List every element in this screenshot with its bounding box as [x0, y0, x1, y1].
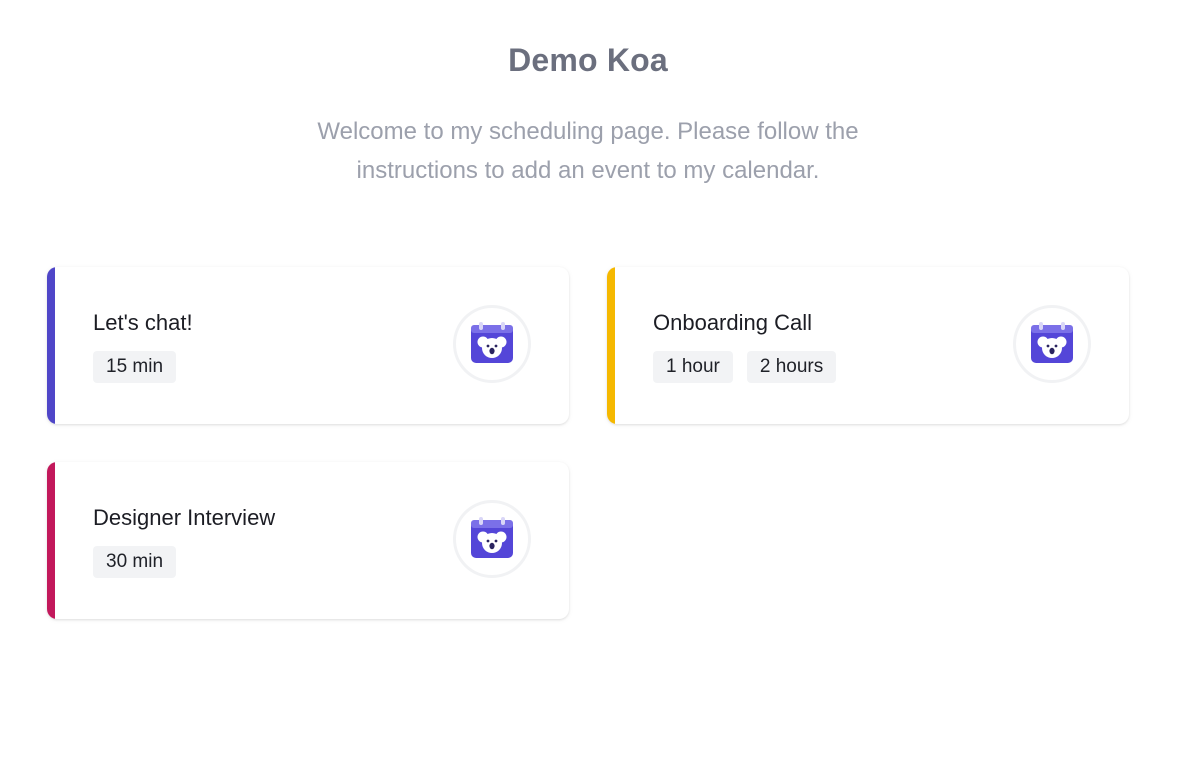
card-accent-bar — [47, 267, 55, 424]
duration-chip: 15 min — [93, 351, 177, 383]
event-title: Designer Interview — [93, 505, 276, 530]
page-subtitle: Welcome to my scheduling page. Please fo… — [317, 118, 859, 184]
duration-list: 15 min — [93, 351, 177, 383]
duration-chip: 30 min — [93, 546, 177, 578]
koala-calendar-icon — [453, 500, 531, 578]
duration-list: 1 hour 2 hours — [653, 351, 837, 383]
card-accent-bar — [47, 462, 55, 619]
duration-chip: 2 hours — [746, 351, 837, 383]
koala-calendar-icon — [453, 305, 531, 383]
page-title: Demo Koa — [508, 42, 668, 78]
card-accent-bar — [607, 267, 615, 424]
scheduling-page: Demo Koa Welcome to my scheduling page. … — [0, 0, 1200, 772]
event-card-onboarding-call[interactable]: Onboarding Call 1 hour 2 hours — [607, 267, 1129, 424]
duration-chip: 1 hour — [653, 351, 733, 383]
koala-calendar-icon — [1013, 305, 1091, 383]
event-title: Onboarding Call — [653, 310, 812, 335]
event-card-designer-interview[interactable]: Designer Interview 30 min — [47, 462, 569, 619]
duration-list: 30 min — [93, 546, 177, 578]
event-card-lets-chat[interactable]: Let's chat! 15 min — [47, 267, 569, 424]
event-title: Let's chat! — [93, 310, 193, 335]
